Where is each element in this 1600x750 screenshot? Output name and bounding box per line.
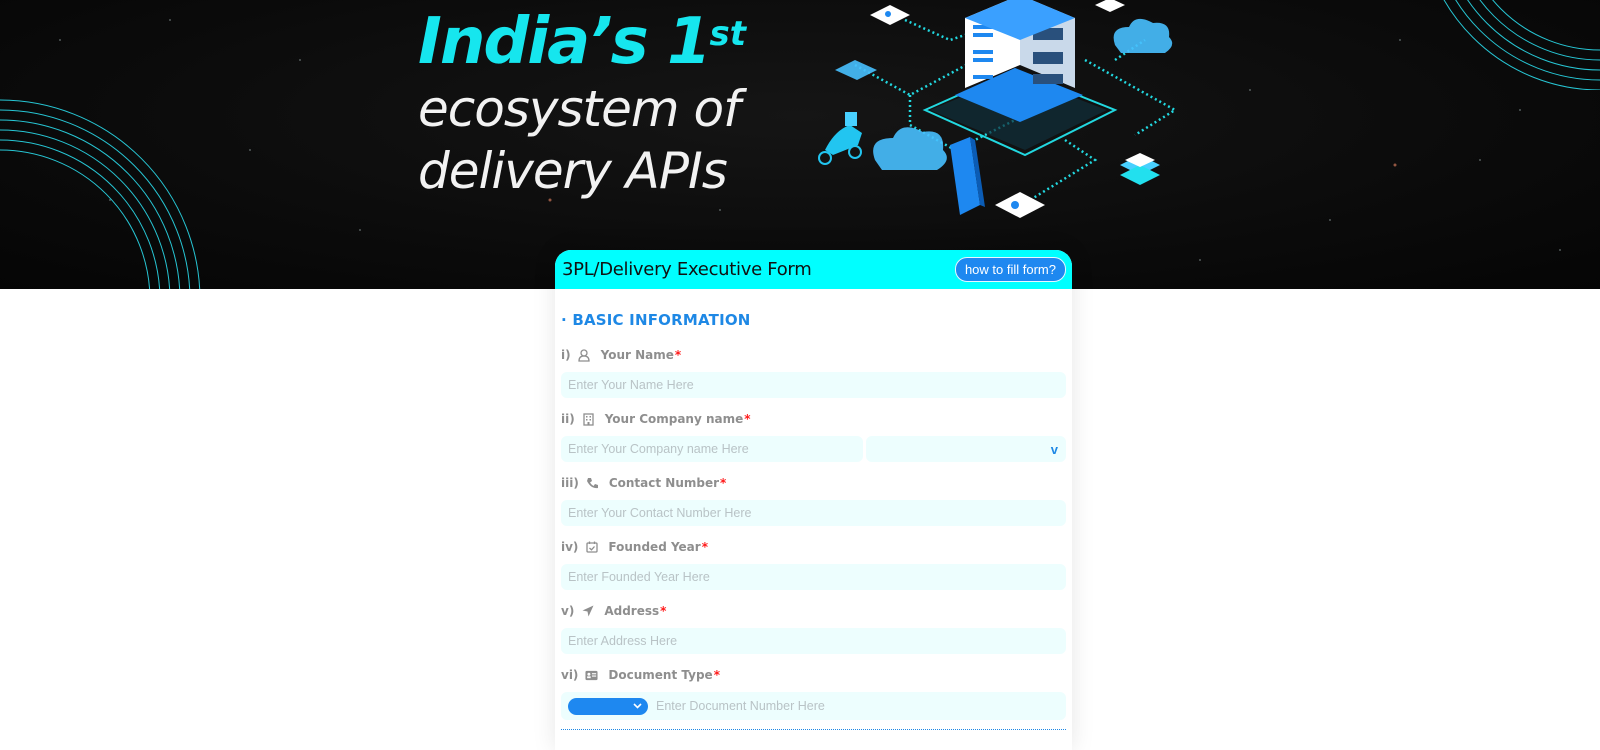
field-label: i) Your Name * <box>561 347 1066 363</box>
document-number-input[interactable]: Enter Document Number Here <box>656 699 825 713</box>
chevron-down-icon: v <box>1050 441 1058 457</box>
field-number: ii) <box>561 412 575 426</box>
how-to-fill-form-button[interactable]: how to fill form? <box>954 257 1066 282</box>
hero-headline-line1: India’s 1st <box>418 6 746 78</box>
field-label-text: Address <box>604 604 660 618</box>
user-icon <box>578 348 591 362</box>
chevron-down-icon <box>633 703 642 709</box>
required-mark: * <box>744 412 751 426</box>
hero-headline-main: India’s 1 <box>418 5 712 79</box>
form-title: 3PL/Delivery Executive Form <box>562 259 812 280</box>
decorative-rings-left <box>0 99 201 289</box>
field-label: iv) Founded Year * <box>561 539 1066 555</box>
document-type-select[interactable] <box>568 697 648 715</box>
required-mark: * <box>720 476 727 490</box>
your-name-input[interactable]: Enter Your Name Here <box>561 372 1066 398</box>
field-label: vi) Document Type * <box>561 667 1066 683</box>
field-number: iv) <box>561 540 579 554</box>
company-name-input[interactable]: Enter Your Company name Here <box>561 436 863 462</box>
field-company-name: ii) Your Company name * Enter Your Compan… <box>561 411 1066 462</box>
hero-headline: India’s 1st ecosystem of delivery APIs <box>418 6 746 202</box>
field-number: v) <box>561 604 575 618</box>
id-card-icon <box>585 669 598 682</box>
document-row: Enter Document Number Here <box>561 692 1066 720</box>
decorative-rings-right <box>1443 0 1600 90</box>
field-label: v) Address * <box>561 603 1066 619</box>
hero-headline-line3: delivery APIs <box>418 142 728 200</box>
section-divider <box>561 729 1066 730</box>
required-mark: * <box>701 540 708 554</box>
field-label-text: Document Type <box>608 668 713 682</box>
field-address: v) Address * Enter Address Here <box>561 603 1066 654</box>
field-number: vi) <box>561 668 579 682</box>
field-label: ii) Your Company name * <box>561 411 1066 427</box>
field-number: iii) <box>561 476 579 490</box>
contact-number-input[interactable]: Enter Your Contact Number Here <box>561 500 1066 526</box>
field-label-text: Your Company name <box>604 412 744 426</box>
field-your-name: i) Your Name * Enter Your Name Here <box>561 347 1066 398</box>
phone-icon <box>586 477 599 490</box>
field-founded-year: iv) Founded Year * Enter Founded Year Her… <box>561 539 1066 590</box>
api-server-network-illustration <box>818 0 1178 218</box>
required-mark: * <box>713 668 720 682</box>
starfield-background <box>59 19 1561 261</box>
hero-headline-line2: ecosystem of <box>418 80 741 138</box>
hero-banner: India’s 1st ecosystem of delivery APIs <box>0 0 1600 289</box>
delivery-executive-form: 3PL/Delivery Executive Form how to fill … <box>555 250 1072 750</box>
company-type-dropdown[interactable]: v <box>866 436 1066 462</box>
field-label-text: Your Name <box>600 348 674 362</box>
field-label-text: Founded Year <box>608 540 701 554</box>
required-mark: * <box>660 604 667 618</box>
field-number: i) <box>561 348 571 362</box>
building-icon <box>582 412 595 426</box>
company-name-row: Enter Your Company name Here v <box>561 436 1066 462</box>
required-mark: * <box>674 348 682 362</box>
address-input[interactable]: Enter Address Here <box>561 628 1066 654</box>
field-label-text: Contact Number <box>608 476 720 490</box>
field-contact-number: iii) Contact Number * Enter Your Contact … <box>561 475 1066 526</box>
location-arrow-icon <box>581 605 594 618</box>
hero-headline-superscript: st <box>709 14 747 54</box>
founded-year-input[interactable]: Enter Founded Year Here <box>561 564 1066 590</box>
field-document-type: vi) Document Type * Enter Document Number… <box>561 667 1066 720</box>
calendar-check-icon <box>585 541 598 554</box>
field-label: iii) Contact Number * <box>561 475 1066 491</box>
form-header: 3PL/Delivery Executive Form how to fill … <box>555 250 1072 289</box>
section-title-basic-information: · BASIC INFORMATION <box>561 311 751 329</box>
